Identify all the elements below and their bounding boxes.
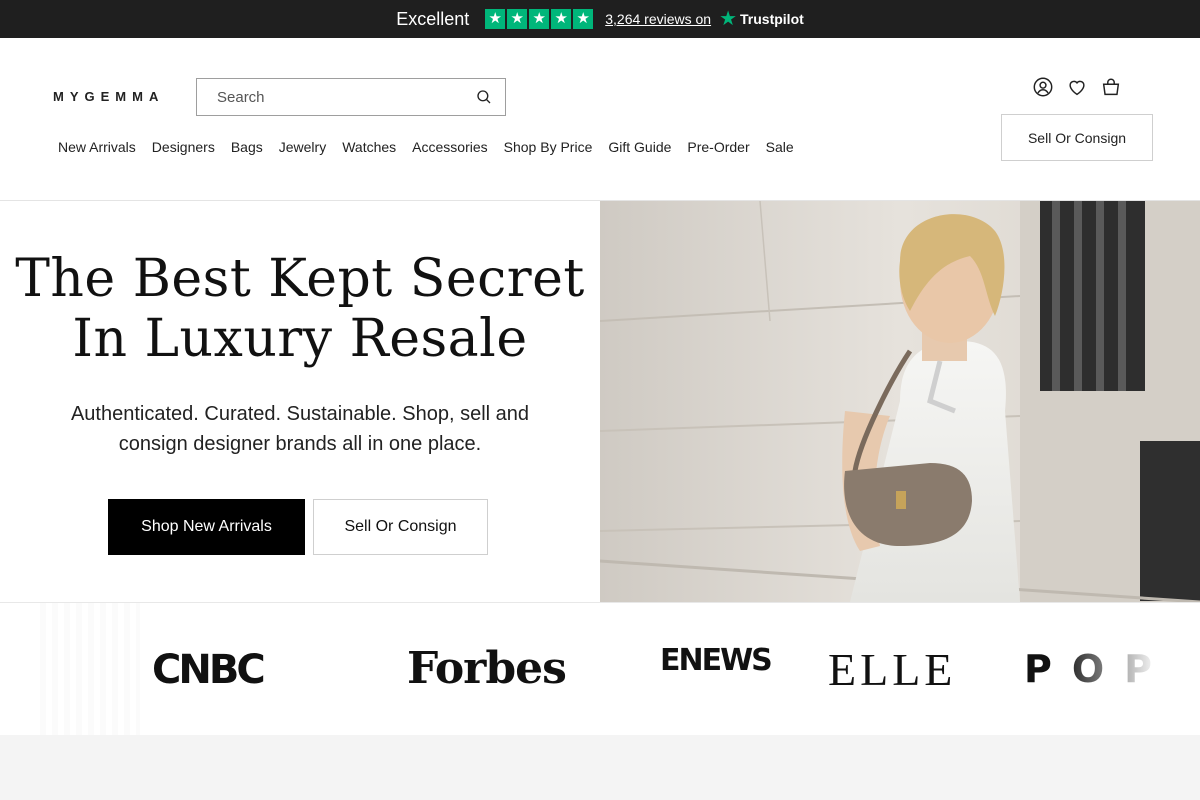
- nav-designers[interactable]: Designers: [144, 139, 223, 155]
- star-icon: ★: [573, 9, 594, 29]
- forbes-logo: Forbes: [407, 643, 567, 694]
- star-icon: ★: [529, 9, 550, 29]
- hero-section: The Best Kept Secret In Luxury Resale Au…: [0, 201, 600, 602]
- nav-pre-order[interactable]: Pre-Order: [679, 139, 757, 155]
- wishlist-heart-icon[interactable]: [1066, 76, 1088, 98]
- trustpilot-brand: Trustpilot: [740, 11, 804, 27]
- trustpilot-logo[interactable]: ★ Trustpilot: [719, 9, 804, 29]
- hero-title-line-1: The Best Kept Secret: [15, 249, 585, 309]
- trustpilot-stars: ★ ★ ★ ★ ★: [485, 9, 594, 29]
- hero-photo-woman-with-handbag: [600, 201, 1200, 602]
- site-logo[interactable]: MYGEMMA: [53, 89, 164, 104]
- nav-watches[interactable]: Watches: [334, 139, 404, 155]
- hero-title: The Best Kept Secret In Luxury Resale: [0, 249, 600, 369]
- nav-new-arrivals[interactable]: New Arrivals: [50, 139, 144, 155]
- search-box[interactable]: [196, 78, 506, 116]
- press-logos-strip: CNBC Forbes ENEWS ELLE POP: [0, 602, 1200, 736]
- elle-logo: ELLE: [828, 644, 957, 695]
- main-nav: New Arrivals Designers Bags Jewelry Watc…: [50, 139, 802, 155]
- star-icon: ★: [507, 9, 528, 29]
- trustpilot-bar: Excellent ★ ★ ★ ★ ★ 3,264 reviews on ★ T…: [0, 0, 1200, 38]
- nav-bags[interactable]: Bags: [223, 139, 271, 155]
- nav-accessories[interactable]: Accessories: [404, 139, 495, 155]
- star-icon: ★: [551, 9, 572, 29]
- shopping-bag-icon[interactable]: [1100, 76, 1122, 98]
- star-icon: ★: [485, 9, 506, 29]
- cnbc-logo: CNBC: [152, 647, 266, 693]
- nav-sale[interactable]: Sale: [758, 139, 802, 155]
- trustpilot-star-icon: ★: [719, 8, 738, 30]
- site-header: MYGEMMA New Arrivals Designers Bags Jewe…: [0, 38, 1200, 201]
- trustpilot-reviews-link[interactable]: 3,264 reviews on: [605, 11, 711, 27]
- search-icon[interactable]: [475, 88, 493, 106]
- nav-gift-guide[interactable]: Gift Guide: [600, 139, 679, 155]
- hero-image: [600, 201, 1200, 602]
- hero-sell-or-consign-button[interactable]: Sell Or Consign: [313, 499, 488, 555]
- search-input[interactable]: [217, 88, 475, 106]
- header-icons: [1032, 76, 1122, 98]
- account-icon[interactable]: [1032, 76, 1054, 98]
- shop-new-arrivals-button[interactable]: Shop New Arrivals: [108, 499, 305, 555]
- trustpilot-rating-label: Excellent: [396, 8, 470, 29]
- hero-subtitle: Authenticated. Curated. Sustainable. Sho…: [70, 403, 530, 455]
- enews-logo: ENEWS: [660, 643, 773, 678]
- nav-jewelry[interactable]: Jewelry: [271, 139, 334, 155]
- header-sell-or-consign-button[interactable]: Sell Or Consign: [1001, 114, 1153, 161]
- press-strip-right-fade: [1060, 603, 1200, 736]
- next-section-background: [0, 735, 1200, 800]
- nav-shop-by-price[interactable]: Shop By Price: [496, 139, 601, 155]
- press-strip-left-fade: [40, 603, 140, 736]
- hero-title-line-2: In Luxury Resale: [72, 309, 528, 369]
